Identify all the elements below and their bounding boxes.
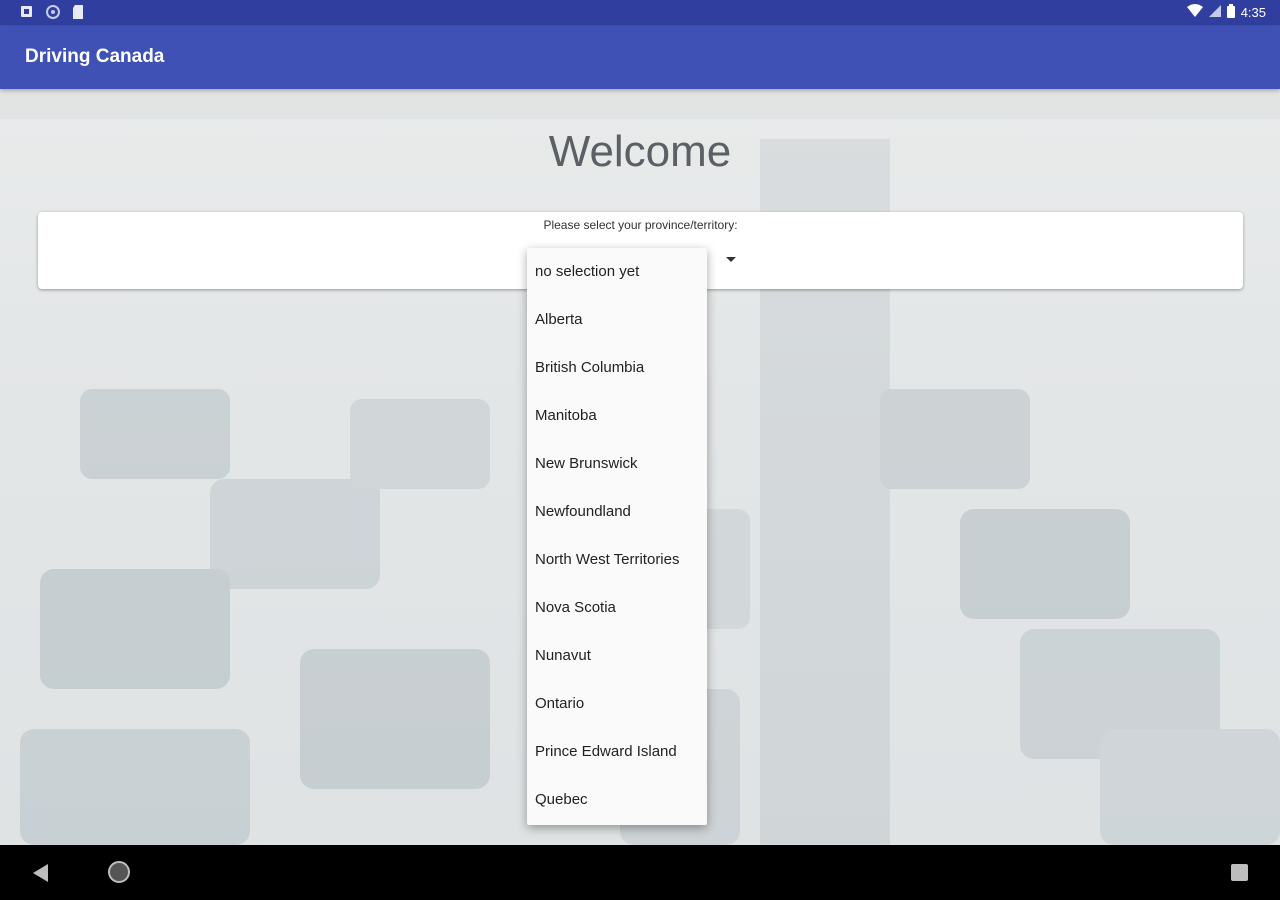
battery-icon <box>1226 4 1235 21</box>
dropdown-option[interactable]: British Columbia <box>527 344 707 392</box>
status-time: 4:35 <box>1240 5 1266 20</box>
dropdown-option[interactable]: Newfoundland <box>527 488 707 536</box>
wifi-icon <box>1186 4 1203 21</box>
home-icon[interactable] <box>108 861 130 883</box>
dropdown-option[interactable]: New Brunswick <box>527 440 707 488</box>
navigation-bar <box>0 845 1280 900</box>
dropdown-option[interactable]: no selection yet <box>527 248 707 296</box>
status-bar: 4:35 <box>0 0 1280 25</box>
sd-card-icon <box>72 5 86 19</box>
dropdown-option[interactable]: Nova Scotia <box>527 584 707 632</box>
recents-icon[interactable] <box>1231 864 1248 881</box>
sync-icon <box>46 5 60 19</box>
status-right: 4:35 <box>1186 4 1266 21</box>
back-icon[interactable] <box>33 864 48 882</box>
province-dropdown-list: no selection yet Alberta British Columbi… <box>527 248 707 825</box>
welcome-heading: Welcome <box>548 127 732 176</box>
dropdown-option[interactable]: Manitoba <box>527 392 707 440</box>
dropdown-option[interactable]: Alberta <box>527 296 707 344</box>
status-left-icons <box>20 5 86 19</box>
app-bar: Driving Canada <box>0 25 1280 89</box>
province-select-label: Please select your province/territory: <box>543 218 738 232</box>
dropdown-option[interactable]: Quebec <box>527 776 707 824</box>
app-title: Driving Canada <box>25 46 165 67</box>
dropdown-arrow-icon[interactable] <box>726 257 736 262</box>
dropdown-option[interactable]: Ontario <box>527 680 707 728</box>
notification-icon <box>20 5 34 19</box>
dropdown-option[interactable]: Nunavut <box>527 632 707 680</box>
signal-icon <box>1208 5 1221 20</box>
dropdown-option[interactable]: Prince Edward Island <box>527 728 707 776</box>
dropdown-option[interactable]: North West Territories <box>527 536 707 584</box>
